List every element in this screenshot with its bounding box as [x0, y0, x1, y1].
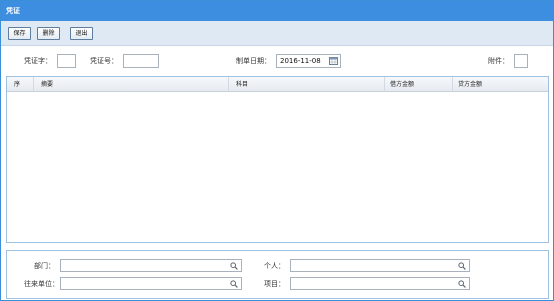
department-field[interactable]	[60, 259, 242, 272]
search-icon[interactable]	[458, 280, 466, 288]
person-field[interactable]	[290, 259, 470, 272]
date-field[interactable]: 2016-11-08	[276, 54, 341, 68]
column-header-credit[interactable]: 贷方金额	[453, 77, 548, 92]
voucher-word-field[interactable]	[57, 54, 76, 68]
delete-button[interactable]: 删除	[37, 27, 60, 40]
search-icon[interactable]	[458, 262, 466, 270]
person-label: 个人：	[264, 262, 285, 270]
save-button[interactable]: 保存	[8, 27, 31, 40]
column-header-debit[interactable]: 借方金额	[385, 77, 453, 92]
grid-header: 序 摘要 科目 借方金额 贷方金额	[7, 77, 548, 92]
exit-button[interactable]: 退出	[70, 27, 93, 40]
column-header-summary[interactable]: 摘要	[34, 77, 229, 92]
voucher-no-label: 凭证号：	[90, 57, 118, 65]
toolbar: 保存 删除 退出	[1, 21, 553, 46]
partner-field[interactable]	[60, 277, 242, 290]
window-title: 凭证	[1, 1, 553, 21]
auxiliary-panel: 部门： 个人： 往来单位： 项目：	[6, 250, 549, 299]
voucher-no-field[interactable]	[123, 54, 159, 68]
voucher-word-label: 凭证字：	[24, 57, 52, 65]
attachments-field[interactable]	[514, 54, 528, 68]
search-icon[interactable]	[230, 280, 238, 288]
project-label: 项目：	[264, 280, 285, 288]
partner-label: 往来单位：	[24, 280, 59, 288]
date-value: 2016-11-08	[280, 57, 321, 65]
column-header-seq[interactable]: 序	[7, 77, 34, 92]
search-icon[interactable]	[230, 262, 238, 270]
project-field[interactable]	[290, 277, 470, 290]
calendar-icon[interactable]	[329, 57, 338, 65]
column-header-account[interactable]: 科目	[229, 77, 385, 92]
department-label: 部门：	[34, 262, 55, 270]
voucher-entries-grid: 序 摘要 科目 借方金额 贷方金额	[6, 76, 549, 243]
date-label: 制单日期：	[236, 57, 271, 65]
attachments-label: 附件：	[488, 57, 509, 65]
voucher-window: 凭证 保存 删除 退出 凭证字： 凭证号： 制单日期： 2016-11-08 附…	[0, 0, 554, 301]
